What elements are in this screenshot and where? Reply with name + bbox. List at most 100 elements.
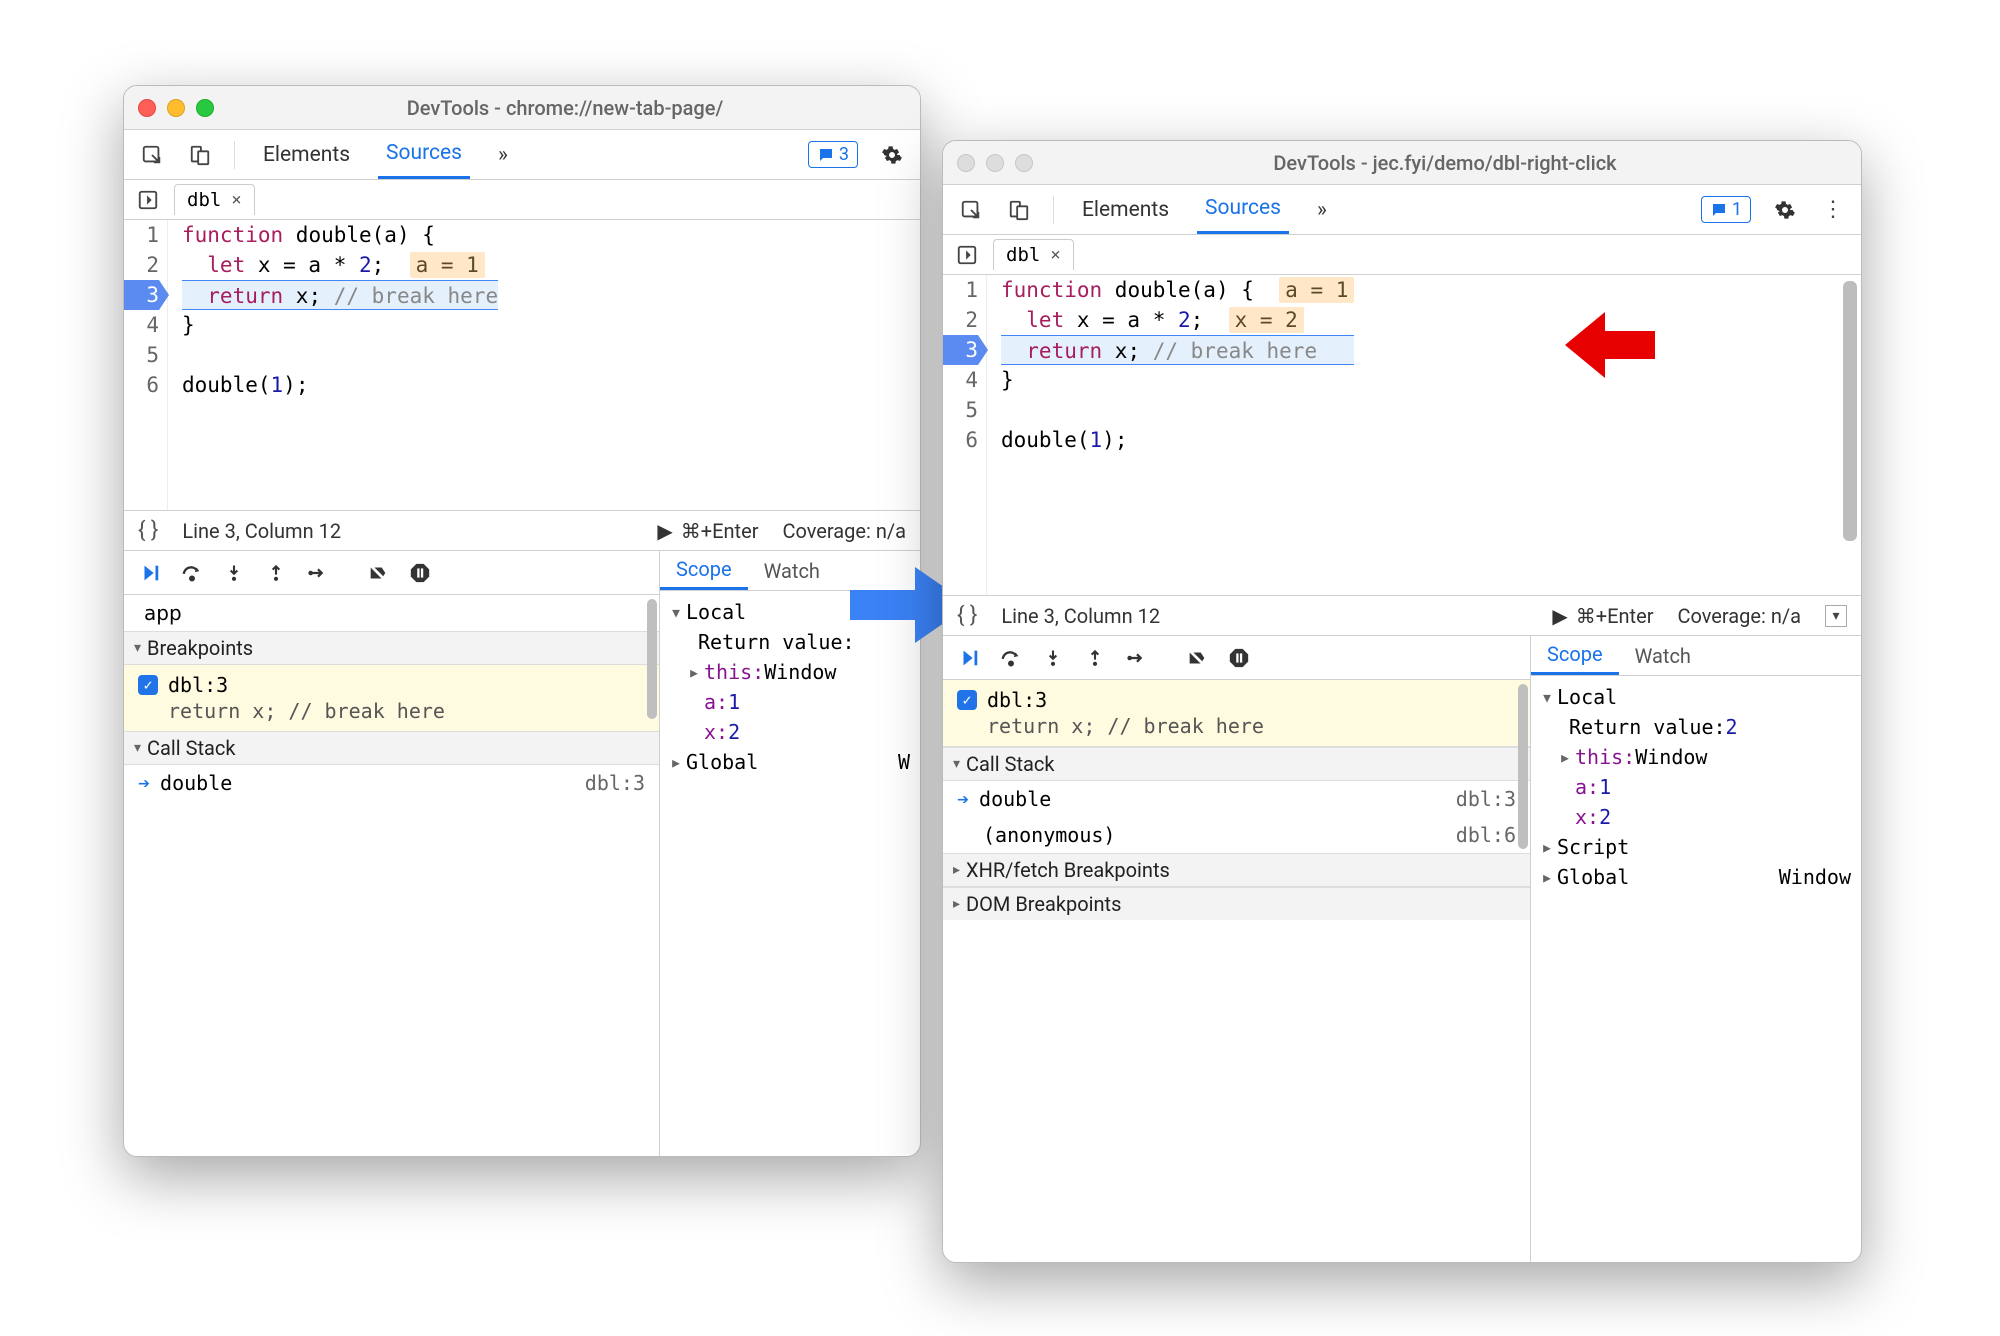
- frame-location: dbl:6: [1456, 823, 1516, 847]
- debugger-panes: app Breakpoints ✓dbl:3 return x; // brea…: [124, 550, 920, 1156]
- zoom-window-button[interactable]: [1015, 154, 1033, 172]
- pause-exceptions-icon[interactable]: [1227, 646, 1251, 670]
- step-out-icon[interactable]: [264, 561, 288, 585]
- scope-script[interactable]: Script: [1557, 832, 1629, 862]
- issues-badge[interactable]: 1: [1701, 196, 1751, 223]
- gear-icon[interactable]: [878, 141, 906, 169]
- step-icon[interactable]: [306, 561, 330, 585]
- scrollbar[interactable]: [647, 551, 657, 1156]
- step-into-icon[interactable]: [222, 561, 246, 585]
- frame-location: dbl:3: [585, 771, 645, 795]
- resume-icon[interactable]: [138, 561, 162, 585]
- breakpoint-label: dbl:3: [168, 673, 228, 697]
- tab-elements[interactable]: Elements: [255, 130, 358, 179]
- gear-icon[interactable]: [1771, 196, 1799, 224]
- dom-breakpoints-header[interactable]: DOM Breakpoints: [943, 887, 1530, 920]
- cursor-position: Line 3, Column 12: [182, 519, 341, 543]
- scope-local[interactable]: Local: [686, 597, 746, 627]
- run-hint: ▶ ⌘+Enter: [1552, 604, 1653, 628]
- navigator-toggle-icon[interactable]: [134, 186, 162, 214]
- editor-statusbar: { } Line 3, Column 12 ▶ ⌘+Enter Coverage…: [124, 510, 920, 550]
- code-editor[interactable]: 123456 function double(a) { let x = a * …: [124, 220, 920, 510]
- xhr-breakpoints-header[interactable]: XHR/fetch Breakpoints: [943, 853, 1530, 887]
- watch-tab[interactable]: Watch: [748, 551, 836, 590]
- issues-count: 3: [839, 144, 849, 165]
- debugger-left-pane: ✓dbl:3 return x; // break here Call Stac…: [943, 636, 1531, 1262]
- expand-icon[interactable]: ▾: [1825, 605, 1847, 627]
- scope-tabbar: Scope Watch: [1531, 636, 1861, 676]
- scope-local[interactable]: Local: [1557, 682, 1617, 712]
- tab-elements[interactable]: Elements: [1074, 185, 1177, 234]
- cursor-position: Line 3, Column 12: [1001, 604, 1160, 628]
- scrollbar[interactable]: [1843, 281, 1857, 541]
- scope-global[interactable]: Global: [686, 747, 758, 777]
- inspect-icon[interactable]: [138, 141, 166, 169]
- stack-frame[interactable]: ➔ double dbl:3: [124, 765, 659, 801]
- device-toggle-icon[interactable]: [1005, 196, 1033, 224]
- scope-tab[interactable]: Scope: [660, 551, 748, 590]
- issues-count: 1: [1732, 199, 1742, 220]
- close-file-icon[interactable]: ×: [231, 190, 241, 210]
- stack-frame[interactable]: ➔ double dbl:3: [943, 781, 1530, 817]
- pretty-print-icon[interactable]: { }: [957, 603, 977, 628]
- device-toggle-icon[interactable]: [186, 141, 214, 169]
- resume-icon[interactable]: [957, 646, 981, 670]
- issues-badge[interactable]: 3: [808, 141, 858, 168]
- callstack-header[interactable]: Call Stack: [124, 731, 659, 765]
- scope-tab[interactable]: Scope: [1531, 636, 1619, 675]
- close-window-button[interactable]: [138, 99, 156, 117]
- close-window-button[interactable]: [957, 154, 975, 172]
- tab-sources[interactable]: Sources: [1197, 185, 1289, 234]
- pause-exceptions-icon[interactable]: [408, 561, 432, 585]
- watch-tab[interactable]: Watch: [1619, 636, 1707, 675]
- current-frame-icon: ➔: [957, 787, 969, 811]
- devtools-window-before: DevTools - chrome://new-tab-page/ Elemen…: [123, 85, 921, 1157]
- breakpoints-header[interactable]: Breakpoints: [124, 631, 659, 665]
- tab-overflow[interactable]: »: [490, 130, 516, 179]
- file-tab-dbl[interactable]: dbl ×: [174, 184, 255, 215]
- file-tabbar: dbl ×: [124, 180, 920, 220]
- current-frame-icon: ➔: [138, 771, 150, 795]
- coverage-status: Coverage: n/a: [1677, 604, 1801, 628]
- breakpoint-preview: return x; // break here: [957, 714, 1516, 738]
- inline-hint: x = 2: [1229, 307, 1304, 333]
- list-item[interactable]: app: [124, 595, 659, 631]
- scrollbar[interactable]: [1518, 636, 1528, 1262]
- traffic-lights: [138, 99, 214, 117]
- step-into-icon[interactable]: [1041, 646, 1065, 670]
- breakpoint-item[interactable]: ✓dbl:3 return x; // break here: [943, 680, 1530, 747]
- callstack-header[interactable]: Call Stack: [943, 747, 1530, 781]
- close-file-icon[interactable]: ×: [1050, 245, 1060, 265]
- devtools-toolbar: Elements Sources » 1 ⋮: [943, 185, 1861, 235]
- scope-global[interactable]: Global: [1557, 862, 1629, 892]
- breakpoint-item[interactable]: ✓dbl:3 return x; // break here: [124, 665, 659, 731]
- return-value-label: Return value:: [1569, 712, 1726, 742]
- tab-sources[interactable]: Sources: [378, 130, 470, 179]
- step-icon[interactable]: [1125, 646, 1149, 670]
- step-over-icon[interactable]: [999, 646, 1023, 670]
- minimize-window-button[interactable]: [167, 99, 185, 117]
- breakpoint-checkbox[interactable]: ✓: [957, 690, 977, 710]
- file-tab-dbl[interactable]: dbl ×: [993, 239, 1074, 270]
- step-over-icon[interactable]: [180, 561, 204, 585]
- frame-name: (anonymous): [983, 823, 1115, 847]
- frame-name: double: [979, 787, 1051, 811]
- kebab-menu-icon[interactable]: ⋮: [1819, 196, 1847, 224]
- inline-hint: a = 1: [410, 252, 485, 278]
- minimize-window-button[interactable]: [986, 154, 1004, 172]
- editor-statusbar: { } Line 3, Column 12 ▶ ⌘+Enter Coverage…: [943, 595, 1861, 635]
- deactivate-breakpoints-icon[interactable]: [1185, 646, 1209, 670]
- navigator-toggle-icon[interactable]: [953, 241, 981, 269]
- window-title: DevTools - chrome://new-tab-page/: [224, 96, 906, 120]
- titlebar: DevTools - jec.fyi/demo/dbl-right-click: [943, 141, 1861, 185]
- breakpoint-checkbox[interactable]: ✓: [138, 675, 158, 695]
- inline-hint: a = 1: [1279, 277, 1354, 303]
- pretty-print-icon[interactable]: { }: [138, 518, 158, 543]
- code-editor[interactable]: 123456 function double(a) { a = 1 let x …: [943, 275, 1861, 595]
- inspect-icon[interactable]: [957, 196, 985, 224]
- step-out-icon[interactable]: [1083, 646, 1107, 670]
- tab-overflow[interactable]: »: [1309, 185, 1335, 234]
- zoom-window-button[interactable]: [196, 99, 214, 117]
- stack-frame[interactable]: (anonymous) dbl:6: [943, 817, 1530, 853]
- deactivate-breakpoints-icon[interactable]: [366, 561, 390, 585]
